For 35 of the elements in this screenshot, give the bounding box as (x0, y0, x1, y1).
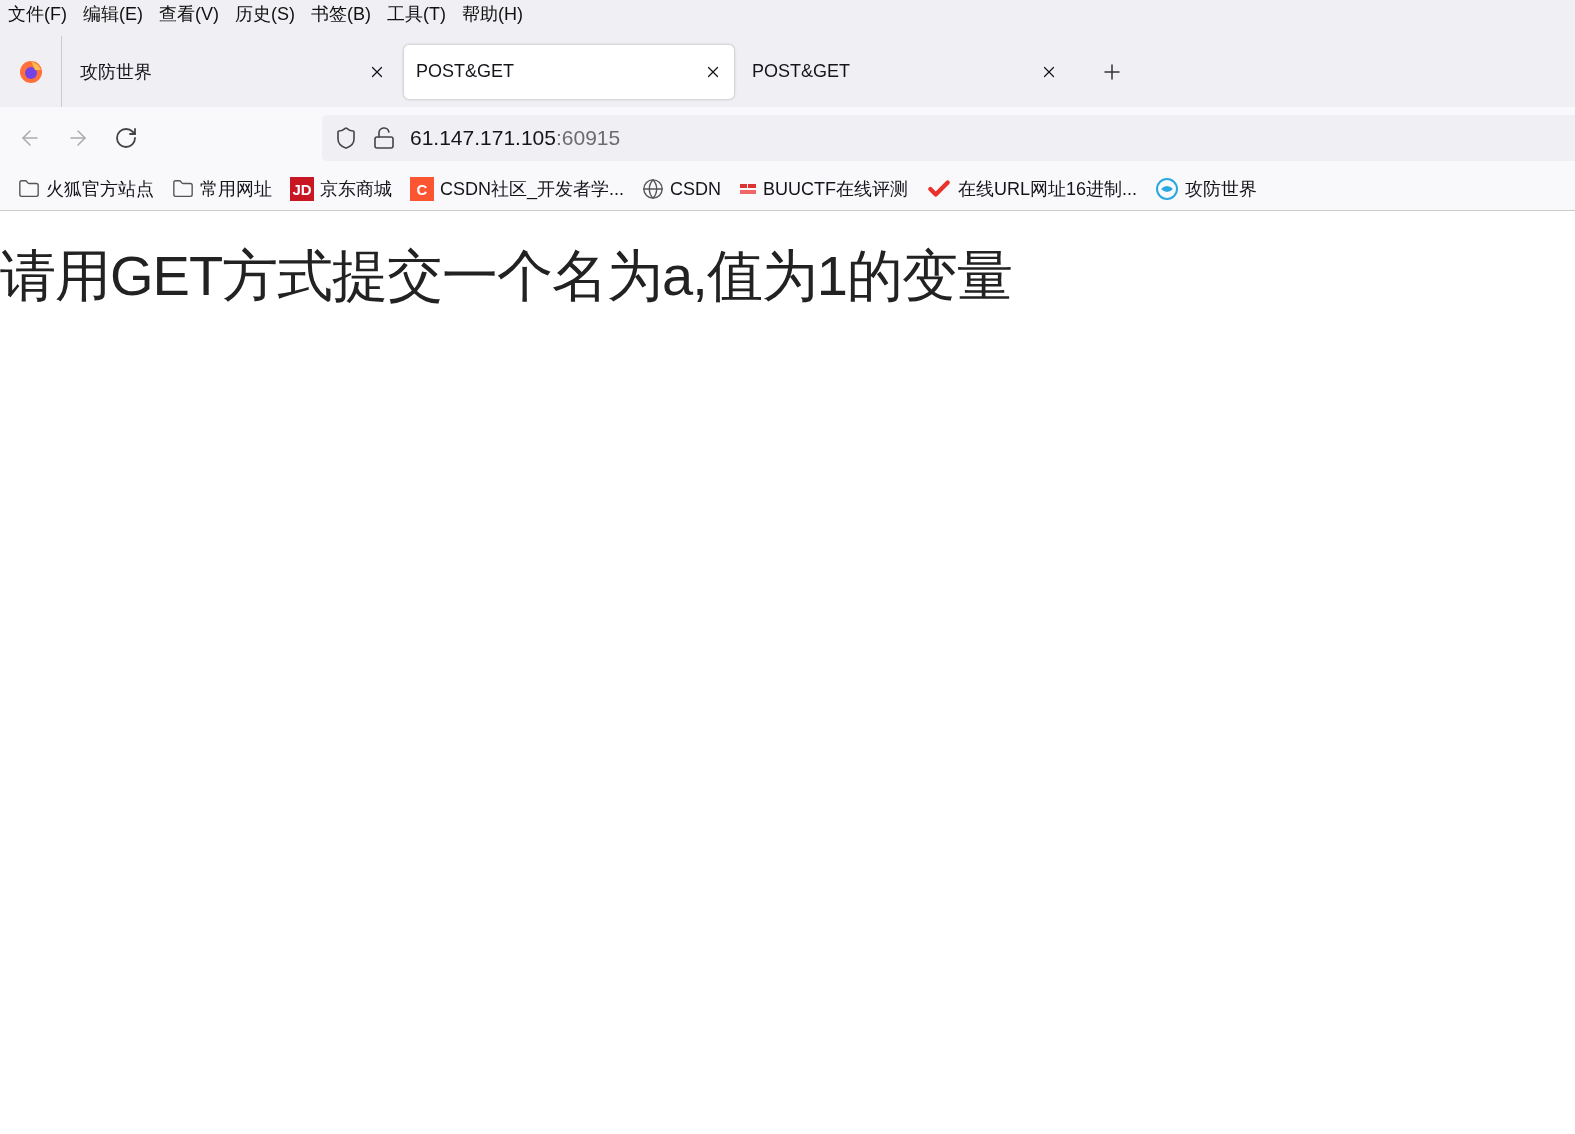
page-heading: 请用GET方式提交一个名为a,值为1的变量 (0, 243, 1013, 309)
browser-tab[interactable]: POST&GET (404, 44, 734, 99)
url-text: 61.147.171.105:60915 (410, 125, 621, 150)
bookmark-item[interactable]: CSDN (642, 178, 722, 200)
reload-icon[interactable] (114, 125, 138, 150)
logo-icon: JD (290, 177, 314, 201)
shield-icon[interactable] (334, 125, 358, 150)
bookmark-item[interactable]: 常用网址 (172, 177, 272, 201)
menu-item[interactable]: 查看(V) (159, 2, 219, 26)
folder-icon (172, 178, 194, 200)
globe-icon (642, 178, 665, 200)
tab-title: 攻防世界 (80, 60, 152, 84)
tab-title: POST&GET (416, 61, 514, 82)
address-bar[interactable]: 61.147.171.105:60915 (322, 114, 1575, 161)
browser-logo-icon[interactable] (18, 59, 43, 84)
insecure-lock-icon[interactable] (372, 125, 396, 150)
bookmark-item[interactable]: C CSDN社区_开发者学... (410, 177, 625, 201)
browser-tab[interactable]: 攻防世界 (68, 44, 398, 99)
logo-icon (1155, 177, 1180, 201)
menu-item[interactable]: 书签(B) (311, 2, 371, 26)
bookmark-item[interactable]: 火狐官方站点 (18, 177, 154, 201)
tab-title: POST&GET (752, 61, 850, 82)
menu-item[interactable]: 帮助(H) (461, 2, 523, 26)
browser-tab[interactable]: POST&GET (740, 44, 1070, 99)
menu-item[interactable]: 文件(F) (8, 2, 67, 26)
bookmark-item[interactable]: 在线URL网址16进制... (926, 176, 1138, 202)
menu-item[interactable]: 工具(T) (387, 2, 446, 26)
menu-item[interactable]: 编辑(E) (83, 2, 143, 26)
bookmark-item[interactable]: JD 京东商城 (290, 177, 392, 201)
menu-item[interactable]: 历史(S) (235, 2, 295, 26)
folder-icon (18, 178, 40, 200)
logo-icon (739, 182, 758, 196)
logo-icon: C (410, 177, 434, 201)
bookmark-item[interactable]: BUUCTF在线评测 (739, 177, 909, 201)
bookmark-item[interactable]: 攻防世界 (1155, 177, 1258, 201)
